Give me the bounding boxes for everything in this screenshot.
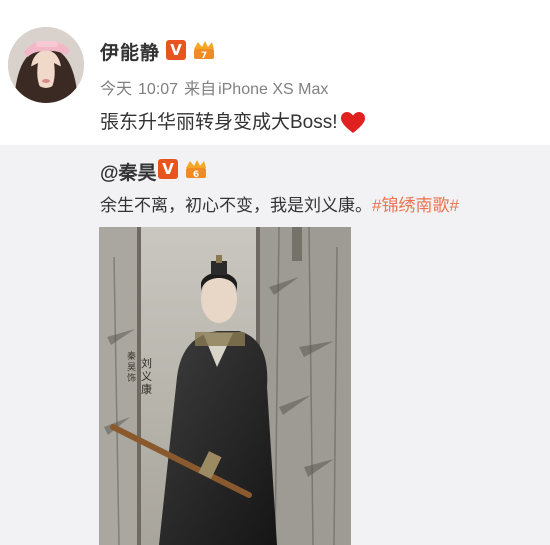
weibo-post: 伊能静 V 7 今天 10:07 来自 iPhone XS Max 張东升华丽转身变成… bbox=[0, 0, 550, 145]
post-username[interactable]: 伊能静 bbox=[100, 38, 160, 65]
svg-text:7: 7 bbox=[201, 51, 207, 61]
post-date: 今天 bbox=[100, 81, 133, 98]
post-source-prefix: 来自 bbox=[184, 81, 217, 98]
poster-character-caption: 刘义康 bbox=[141, 357, 152, 396]
post-meta: 今天 10:07 来自 iPhone XS Max bbox=[100, 75, 334, 99]
post-text: 張东升华丽转身变成大Boss! bbox=[100, 112, 338, 133]
repost-text: 余生不离，初心不变，我是刘义康。 bbox=[100, 196, 372, 215]
post-source-device[interactable]: iPhone XS Max bbox=[218, 81, 328, 98]
poster-actor-caption: 秦昊 饰 bbox=[127, 352, 137, 384]
vip-member-icon: 7 bbox=[194, 41, 214, 61]
red-heart-icon bbox=[340, 111, 365, 133]
repost-vip-member-icon: 6 bbox=[186, 160, 206, 180]
repost-verified-badge-icon: V bbox=[158, 159, 178, 179]
avatar-photo bbox=[8, 27, 84, 103]
repost-card[interactable]: @秦昊 V 6 余生不离，初心不变，我是刘义康。#锦绣南歌# 刘义康 秦昊 饰 bbox=[0, 145, 550, 545]
avatar[interactable] bbox=[8, 27, 84, 103]
verified-badge-icon: V bbox=[166, 40, 186, 60]
post-text-line: 張东升华丽转身变成大Boss! bbox=[100, 107, 366, 135]
repost-text-line: 余生不离，初心不变，我是刘义康。#锦绣南歌# bbox=[100, 191, 459, 216]
drama-poster-image[interactable]: 刘义康 秦昊 饰 bbox=[99, 227, 351, 545]
hashtag-link[interactable]: #锦绣南歌# bbox=[372, 196, 459, 215]
poster-illustration bbox=[99, 227, 351, 545]
svg-text:6: 6 bbox=[193, 170, 199, 180]
repost-username[interactable]: @秦昊 bbox=[100, 158, 157, 185]
post-time: 10:07 bbox=[138, 81, 179, 98]
